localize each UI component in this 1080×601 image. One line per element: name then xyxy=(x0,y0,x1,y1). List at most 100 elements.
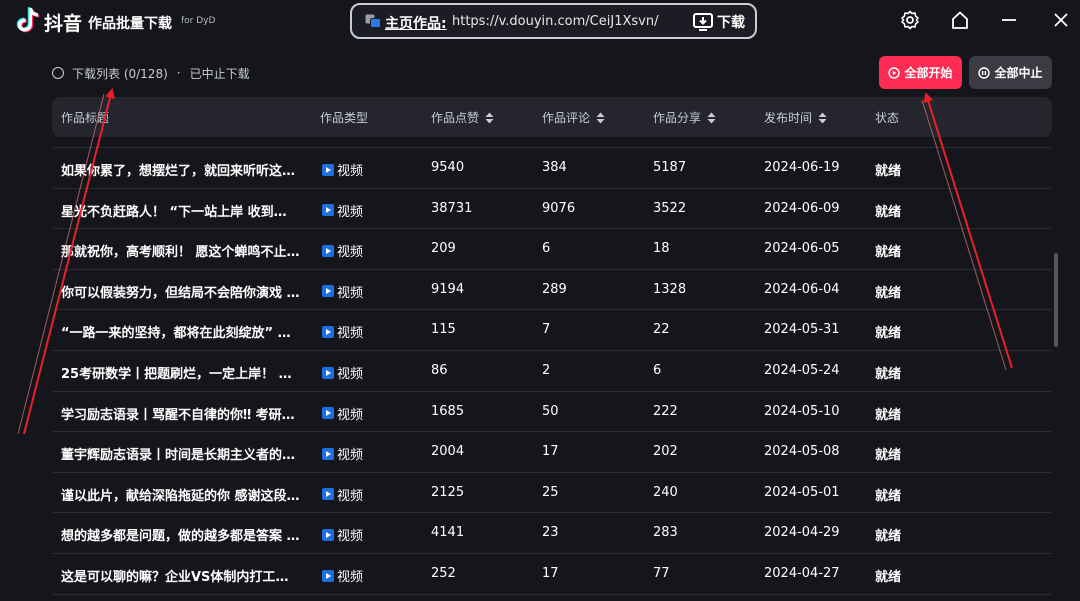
table-row[interactable]: 你可以假装努力，但结局不会陪你演戏 … 视频 9194 289 1328 202… xyxy=(52,270,1052,311)
work-comments: 2 xyxy=(542,363,551,378)
work-date: 2024-05-01 xyxy=(764,484,840,500)
column-shares[interactable]: 作品分享 xyxy=(653,109,716,126)
title-bar: 抖音 作品批量下载 for DyD 主页作品: https://v.douyin… xyxy=(0,0,1080,44)
video-icon xyxy=(322,569,334,582)
work-comments: 50 xyxy=(542,403,559,419)
work-status: 就绪 xyxy=(875,326,902,342)
table-row[interactable]: 学习励志语录丨骂醒不自律的你‼ 考研… 视频 1685 50 222 2024-… xyxy=(52,392,1052,433)
download-state: 已中止下载 xyxy=(189,66,250,81)
close-icon[interactable] xyxy=(1050,9,1072,31)
work-title: 谨以此片，献给深陷拖延的你 感谢这段… xyxy=(61,488,300,504)
minimize-icon[interactable] xyxy=(998,9,1020,31)
status-radio-icon[interactable] xyxy=(52,67,64,79)
work-likes: 2004 xyxy=(431,444,465,460)
table-row[interactable]: 25考研数学丨把题刷烂，一定上岸！ … 视频 86 2 6 2024-05-24… xyxy=(52,351,1052,392)
column-comments[interactable]: 作品评论 xyxy=(542,109,605,126)
video-icon xyxy=(322,407,334,420)
work-comments: 9076 xyxy=(542,200,576,216)
work-status: 就绪 xyxy=(875,488,902,504)
table-row[interactable]: 那就祝你，高考顺利！ 愿这个蝉鸣不止… 视频 209 6 18 2024-06-… xyxy=(52,229,1052,270)
work-date: 2024-05-08 xyxy=(764,444,840,460)
video-icon xyxy=(322,163,334,176)
video-icon xyxy=(322,285,334,298)
start-all-button[interactable]: 全部开始 xyxy=(879,56,962,89)
work-likes: 38731 xyxy=(431,200,473,216)
home-icon[interactable] xyxy=(949,9,971,31)
work-comments: 23 xyxy=(542,525,559,541)
url-bar[interactable]: 主页作品: https://v.douyin.com/CeiJ1Xsvn/ 下载 xyxy=(350,3,757,39)
work-title: “一路一来的坚持，都将在此刻绽放” … xyxy=(61,326,291,342)
work-title: 那就祝你，高考顺利！ 愿这个蝉鸣不止… xyxy=(61,245,300,261)
work-status: 就绪 xyxy=(875,245,902,261)
work-likes: 209 xyxy=(431,241,456,257)
work-status: 就绪 xyxy=(875,285,902,301)
work-type: 视频 xyxy=(322,241,363,260)
work-date: 2024-05-10 xyxy=(764,403,840,419)
play-circle-icon xyxy=(888,66,901,79)
app-for-text: for DyD xyxy=(181,16,216,26)
video-icon xyxy=(322,244,334,257)
table-row[interactable]: 董宇辉励志语录丨时间是长期主义者的… 视频 2004 17 202 2024-0… xyxy=(52,432,1052,473)
work-title: 如果你累了，想摆烂了，就回来听听这… xyxy=(61,164,296,179)
gear-icon[interactable] xyxy=(899,9,921,31)
table-row[interactable]: 如果你累了，想摆烂了，就回来听听这… 视频 9540 384 5187 2024… xyxy=(52,148,1052,189)
app-name: 抖音 xyxy=(44,13,83,35)
work-title: 想的越多都是问题，做的越多都是答案 … xyxy=(61,529,300,545)
scrollbar[interactable] xyxy=(1054,253,1058,347)
work-shares: 22 xyxy=(653,322,670,338)
work-shares: 283 xyxy=(653,525,678,541)
work-title: 这是可以聊的嘛？企业VS体制内打工人… xyxy=(61,570,301,585)
work-comments: 17 xyxy=(542,444,559,460)
pause-circle-icon xyxy=(978,66,991,79)
stop-all-button[interactable]: 全部中止 xyxy=(969,56,1052,89)
work-comments: 25 xyxy=(542,484,559,500)
works-icon xyxy=(365,14,381,28)
work-shares: 18 xyxy=(653,241,670,257)
douyin-logo-icon xyxy=(16,7,40,33)
work-date: 2024-04-27 xyxy=(764,566,840,581)
work-date: 2024-06-19 xyxy=(764,160,840,175)
table-row[interactable]: 这是可以聊的嘛？企业VS体制内打工人… 视频 252 17 77 2024-04… xyxy=(52,554,1052,595)
work-type: 视频 xyxy=(322,404,363,423)
work-shares: 6 xyxy=(653,363,662,378)
work-status: 就绪 xyxy=(875,570,902,585)
work-status: 就绪 xyxy=(875,164,902,179)
video-icon xyxy=(322,366,334,379)
work-type: 视频 xyxy=(322,566,363,585)
table-row[interactable]: 谨以此片，献给深陷拖延的你 感谢这段… 视频 2125 25 240 2024-… xyxy=(52,473,1052,514)
work-status: 就绪 xyxy=(875,529,902,545)
video-icon xyxy=(322,447,334,460)
table-row[interactable]: 星光不负赶路人！ “下一站上岸 收到… 视频 38731 9076 3522 2… xyxy=(52,189,1052,230)
download-icon xyxy=(693,13,713,31)
work-title: 学习励志语录丨骂醒不自律的你‼ 考研… xyxy=(61,407,295,423)
work-status: 就绪 xyxy=(875,367,902,382)
table-row[interactable]: “一路一来的坚持，都将在此刻绽放” … 视频 115 7 22 2024-05-… xyxy=(52,310,1052,351)
work-type: 视频 xyxy=(322,322,363,341)
work-shares: 77 xyxy=(653,566,670,581)
download-button[interactable]: 下载 xyxy=(693,11,745,33)
work-date: 2024-06-09 xyxy=(764,200,840,216)
video-icon xyxy=(322,488,334,501)
work-shares: 202 xyxy=(653,444,678,460)
table-row[interactable]: 想的越多都是问题，做的越多都是答案 … 视频 4141 23 283 2024-… xyxy=(52,513,1052,554)
sort-icon xyxy=(485,112,494,123)
url-input[interactable]: https://v.douyin.com/CeiJ1Xsvn/ xyxy=(452,14,658,29)
url-label: 主页作品: xyxy=(385,16,447,32)
work-likes: 4141 xyxy=(431,525,465,541)
work-likes: 1685 xyxy=(431,403,465,419)
download-list-count: 下载列表 (0/128) xyxy=(72,66,168,81)
work-type: 视频 xyxy=(322,363,363,382)
work-likes: 115 xyxy=(431,322,456,338)
download-status: 下载列表 (0/128) · 已中止下载 xyxy=(52,65,250,81)
column-status: 状态 xyxy=(875,111,900,125)
work-title: 星光不负赶路人！ “下一站上岸 收到… xyxy=(61,204,287,220)
work-shares: 240 xyxy=(653,484,678,500)
download-label: 下载 xyxy=(717,15,745,31)
work-likes: 252 xyxy=(431,566,456,581)
work-likes: 2125 xyxy=(431,484,465,500)
work-comments: 7 xyxy=(542,322,551,338)
column-likes[interactable]: 作品点赞 xyxy=(431,109,494,126)
video-icon xyxy=(322,325,334,338)
work-shares: 1328 xyxy=(653,281,687,297)
column-date[interactable]: 发布时间 xyxy=(764,109,827,126)
